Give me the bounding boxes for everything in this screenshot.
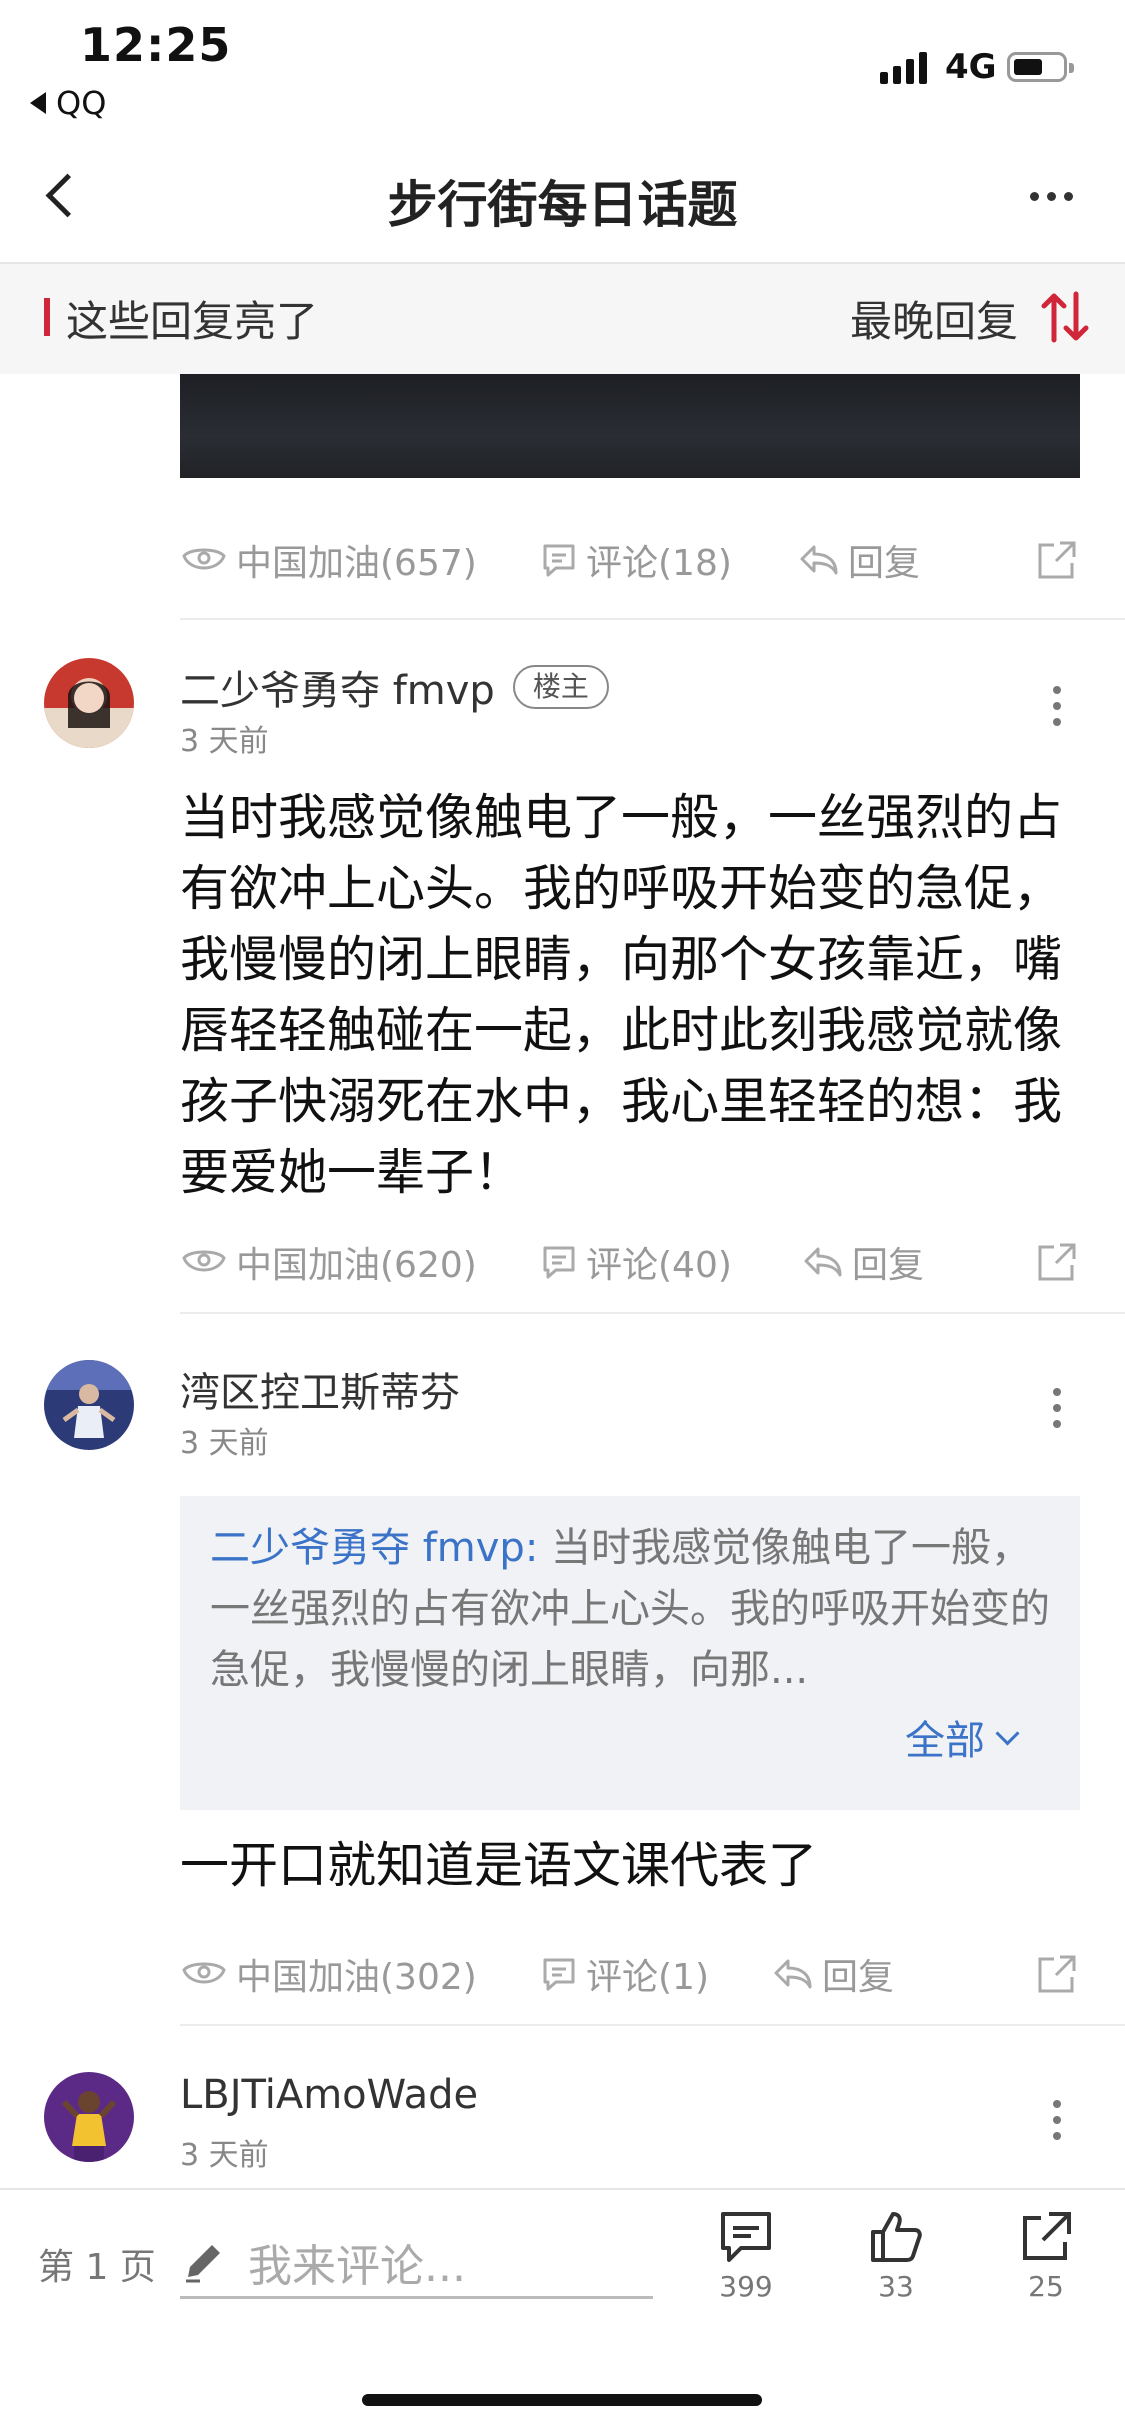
cheer-icon <box>182 1962 226 1984</box>
quoted-username[interactable]: 二少爷勇夺 fmvp: <box>210 1525 538 1571</box>
section-marker <box>44 298 50 336</box>
chevron-down-icon <box>995 1720 1020 1746</box>
cheer-button[interactable]: 中国加油(302) <box>180 1948 540 2000</box>
comment-icon <box>543 544 575 577</box>
thumbs-up-icon <box>871 2212 922 2262</box>
cheer-button[interactable]: 中国加油(657) <box>180 534 540 586</box>
avatar[interactable] <box>44 1360 134 1450</box>
share-icon[interactable] <box>1034 1951 1080 1997</box>
avatar[interactable] <box>44 2072 134 2162</box>
post-actions: 中国加油(620) 评论(40) 回复 <box>180 1232 1080 1292</box>
post-body: 当时我感觉像触电了一般，一丝强烈的占有欲冲上心头。我的呼吸开始变的急促，我慢慢的… <box>180 789 1063 1201</box>
post-time: 3 天前 <box>180 2138 269 2173</box>
username[interactable]: 湾区控卫斯蒂芬 <box>180 1360 460 1418</box>
reply-icon <box>800 545 838 575</box>
cheer-label: 中国加油(657) <box>236 543 477 584</box>
post-time: 3 天前 <box>180 724 269 759</box>
post-more-icon[interactable] <box>1053 686 1061 726</box>
comment-label: 评论(1) <box>586 1957 709 1998</box>
cheer-button[interactable]: 中国加油(620) <box>180 1236 540 1288</box>
page-title: 步行街每日话题 <box>387 176 738 234</box>
section-title: 这些回复亮了 <box>66 297 319 346</box>
page-indicator[interactable]: 第 1 页 <box>38 2238 156 2290</box>
comment-input[interactable]: 我来评论... <box>180 2228 653 2299</box>
pencil-icon <box>186 2245 220 2283</box>
back-to-app-link[interactable]: QQ <box>30 84 106 122</box>
cheer-icon <box>182 1250 226 1272</box>
owner-badge: 楼主 <box>512 665 609 709</box>
post-actions: 中国加油(657) 评论(18) 回复 <box>180 530 1080 590</box>
reply-icon <box>804 1247 842 1277</box>
share-icon[interactable] <box>1034 1239 1080 1285</box>
reply-button[interactable]: 回复 <box>802 1236 924 1288</box>
comment-icon <box>543 1958 575 1991</box>
comment-icon <box>543 1246 575 1279</box>
comment-button[interactable]: 评论(18) <box>540 534 798 586</box>
home-indicator <box>362 2394 762 2406</box>
expand-quote-button[interactable]: 全部 <box>905 1708 1020 1766</box>
likes-count: 33 <box>878 2270 914 2303</box>
bottom-bar-divider <box>0 2188 1125 2190</box>
share-button[interactable]: 25 <box>986 2208 1106 2303</box>
reply-label: 回复 <box>848 543 921 584</box>
username[interactable]: LBJTiAmoWade <box>180 2072 478 2118</box>
cheer-label: 中国加油(302) <box>236 1957 477 1998</box>
reply-button[interactable]: 回复 <box>772 1948 894 2000</box>
quoted-text: 二少爷勇夺 fmvp: 当时我感觉像触电了一般，一丝强烈的占有欲冲上心头。我的呼… <box>210 1518 1050 1701</box>
comments-button[interactable]: 399 <box>686 2208 806 2303</box>
status-time: 12:25 <box>80 18 232 72</box>
username[interactable]: 二少爷勇夺 fmvp <box>180 658 495 716</box>
battery-icon <box>1007 52 1074 82</box>
comment-icon <box>721 2212 771 2262</box>
post-divider <box>180 2024 1125 2026</box>
like-button[interactable]: 33 <box>836 2208 956 2303</box>
back-triangle-icon <box>30 92 46 114</box>
post-actions: 中国加油(302) 评论(1) 回复 <box>180 1944 1080 2004</box>
share-icon[interactable] <box>1034 537 1080 583</box>
avatar[interactable] <box>44 658 134 748</box>
post-image[interactable] <box>180 374 1080 478</box>
share-icon <box>1023 2212 1071 2260</box>
signal-icon <box>880 52 927 84</box>
post-divider <box>180 1312 1125 1314</box>
network-type: 4G <box>945 47 997 87</box>
post-divider <box>180 618 1125 620</box>
post-more-icon[interactable] <box>1053 1388 1061 1428</box>
more-options-icon[interactable] <box>1030 192 1073 201</box>
comment-placeholder: 我来评论... <box>248 2241 466 2292</box>
post-body: 一开口就知道是语文课代表了 <box>180 1837 818 1894</box>
comments-count: 399 <box>719 2270 773 2303</box>
sort-button[interactable]: 最晚回复 <box>850 288 1018 349</box>
shares-count: 25 <box>1028 2270 1064 2303</box>
reply-label: 回复 <box>852 1245 925 1286</box>
cheer-label: 中国加油(620) <box>236 1245 477 1286</box>
reply-label: 回复 <box>822 1957 895 1998</box>
reply-icon <box>774 1959 812 1989</box>
post-time: 3 天前 <box>180 1426 269 1461</box>
username-row: 湾区控卫斯蒂芬 <box>180 1360 460 1418</box>
back-app-label: QQ <box>56 84 107 122</box>
comment-label: 评论(18) <box>586 543 732 584</box>
sort-arrows-icon[interactable] <box>1040 290 1090 344</box>
username-row: LBJTiAmoWade <box>180 2072 478 2118</box>
cheer-icon <box>182 548 226 570</box>
comment-button[interactable]: 评论(1) <box>540 1948 772 2000</box>
comment-label: 评论(40) <box>586 1245 732 1286</box>
username-row: 二少爷勇夺 fmvp 楼主 <box>180 658 609 716</box>
reply-button[interactable]: 回复 <box>798 534 920 586</box>
expand-label: 全部 <box>905 1718 985 1764</box>
comment-button[interactable]: 评论(40) <box>540 1236 802 1288</box>
post-more-icon[interactable] <box>1053 2100 1061 2140</box>
